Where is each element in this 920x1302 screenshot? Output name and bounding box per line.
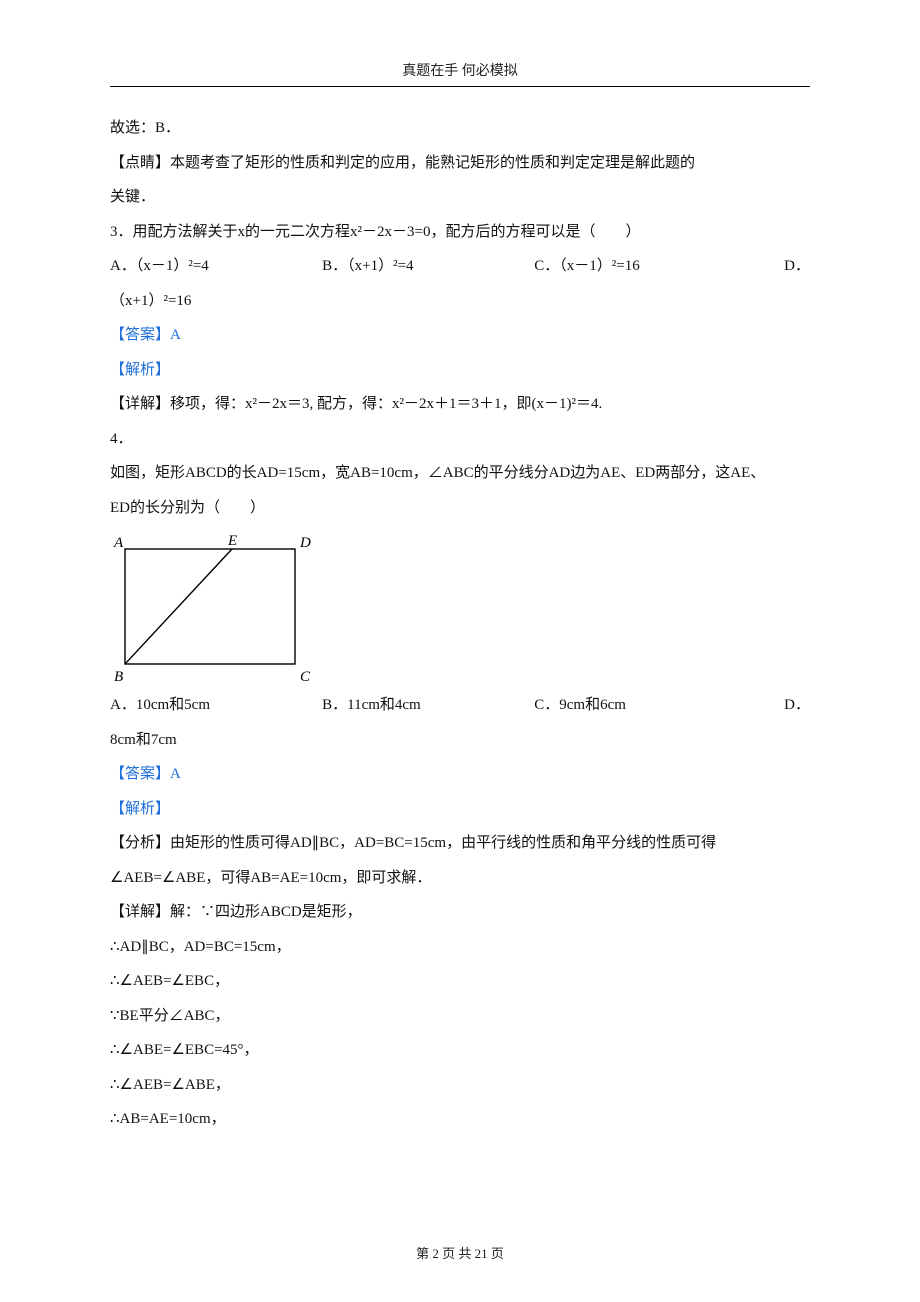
q3-option-b: B．（x+1）²=4 [322,249,534,284]
q3-analysis-label: 【解析】 [110,353,810,388]
q4-detail-5: ∴∠ABE=∠EBC=45°， [110,1033,810,1068]
q3-option-d: D． [746,249,810,284]
header-text: 真题在手 何必模拟 [402,64,518,79]
q4-answer: 【答案】A [110,757,810,792]
q2-dianjing-2: 关键． [110,180,810,215]
q4-option-b: B．11cm和4cm [322,688,534,723]
label-D: D [299,535,311,551]
label-C: C [300,669,311,685]
q4-answer-value: A [170,766,181,782]
label-E: E [227,533,237,549]
footer-total: 21 [475,1246,488,1261]
q3-options: A．（x－1）²=4 B．（x+1）²=4 C．（x－1）²=16 D． [110,249,810,284]
q4-number: 4． [110,422,810,457]
q4-detail-2: ∴AD∥BC，AD=BC=15cm， [110,930,810,965]
footer-suffix: 页 [491,1246,504,1261]
q3-option-a: A．（x－1）²=4 [110,249,322,284]
footer-mid: 页 共 [442,1246,471,1261]
q4-detail-7: ∴AB=AE=10cm， [110,1102,810,1137]
q4-detail-3: ∴∠AEB=∠EBC， [110,964,810,999]
content: 故选：B． 【点睛】本题考查了矩形的性质和判定的应用，能熟记矩形的性质和判定定理… [110,111,810,1213]
q4-detail-4: ∵BE平分∠ABC， [110,999,810,1034]
q4-analysis-label: 【解析】 [110,792,810,827]
q4-answer-label: 【答案】 [110,766,170,782]
q3-answer-label: 【答案】 [110,327,170,343]
q3-option-d-text: （x+1）²=16 [110,284,810,319]
q4-figure: A E D B C [110,531,810,686]
q3-stem: 3．用配方法解关于x的一元二次方程x²－2x－3=0，配方后的方程可以是（ ） [110,215,810,250]
q3-option-c: C．（x－1）²=16 [534,249,746,284]
q4-stem-1: 如图，矩形ABCD的长AD=15cm，宽AB=10cm，∠ABC的平分线分AD边… [110,456,810,491]
q4-option-c: C．9cm和6cm [534,688,746,723]
q3-answer: 【答案】A [110,318,810,353]
page: 真题在手 何必模拟 故选：B． 【点睛】本题考查了矩形的性质和判定的应用，能熟记… [0,0,920,1302]
label-B: B [114,669,123,685]
label-A: A [113,535,124,551]
q3-answer-value: A [170,327,181,343]
q4-option-d-text: 8cm和7cm [110,723,810,758]
q4-option-d: D． [746,688,810,723]
q4-options: A．10cm和5cm B．11cm和4cm C．9cm和6cm D． [110,688,810,723]
q4-stem-2: ED的长分别为（ ） [110,491,810,526]
header-rule [110,86,810,87]
q2-dianjing-1: 【点睛】本题考查了矩形的性质和判定的应用，能熟记矩形的性质和判定定理是解此题的 [110,146,810,181]
footer-prefix: 第 [416,1246,429,1261]
footer-current: 2 [432,1246,439,1261]
q4-detail-6: ∴∠AEB=∠ABE， [110,1068,810,1103]
q4-analyze-1: 【分析】由矩形的性质可得AD∥BC，AD=BC=15cm，由平行线的性质和角平分… [110,826,810,861]
q3-detail: 【详解】移项，得：x²－2x＝3, 配方，得：x²－2x＋1＝3＋1，即(x－1… [110,387,810,422]
q4-option-a: A．10cm和5cm [110,688,322,723]
q2-conclusion: 故选：B． [110,111,810,146]
page-header: 真题在手 何必模拟 [110,60,810,86]
q4-analyze-2: ∠AEB=∠ABE，可得AB=AE=10cm，即可求解． [110,861,810,896]
q4-detail-1: 【详解】解：∵四边形ABCD是矩形， [110,895,810,930]
page-footer: 第 2 页 共 21 页 [110,1213,810,1262]
